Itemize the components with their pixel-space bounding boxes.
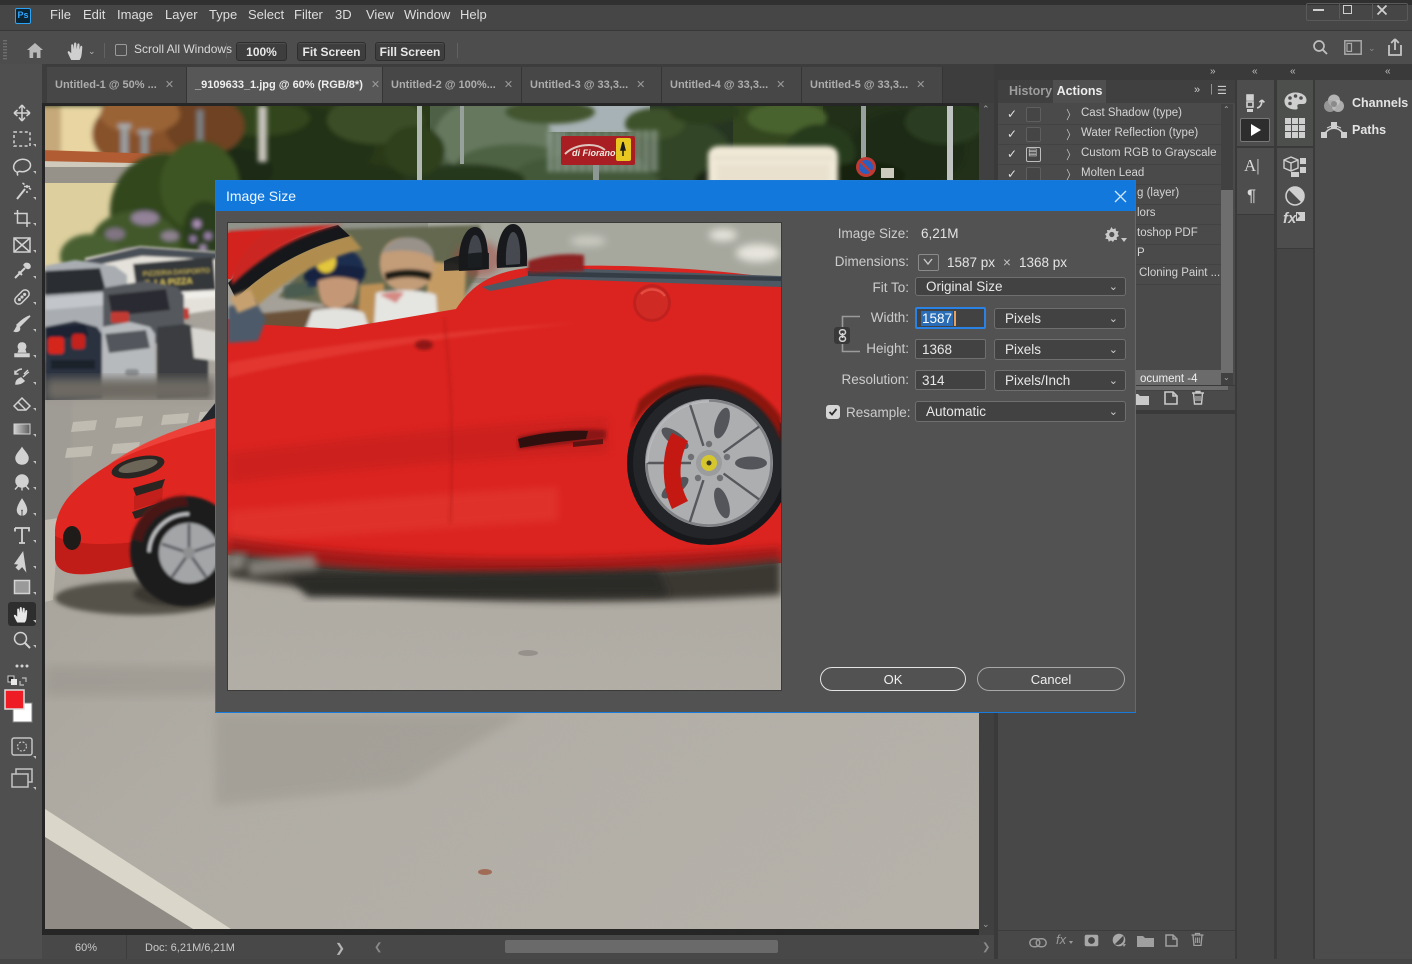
svg-text:di Fiorano: di Fiorano <box>572 148 616 158</box>
